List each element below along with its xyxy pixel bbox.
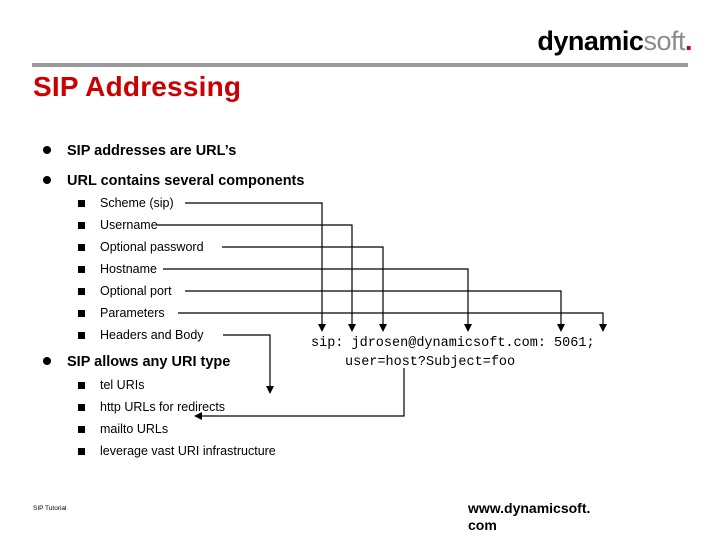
square-bullet-icon [78,448,85,455]
uri-type-label: http URLs for redirects [100,400,226,414]
page-title: SIP Addressing [33,71,242,102]
square-bullet-icon [78,310,85,317]
component-label: Hostname [100,262,157,276]
logo-text-dynamic: dynamic [537,26,644,56]
component-parameters: Parameters [78,306,165,320]
bullet-label: SIP addresses are URL’s [67,143,237,159]
sip-uri-example-line1: sip: jdrosen@dynamicsoft.com: 5061; [311,336,595,351]
square-bullet-icon [78,288,85,295]
component-optional-port: Optional port [78,284,172,298]
square-bullet-icon [78,222,85,229]
bullet-url-components: URL contains several components [43,173,305,189]
uri-type-http: http URLs for redirects [78,400,226,414]
logo-dot: . [684,26,693,56]
square-bullet-icon [78,266,85,273]
component-hostname: Hostname [78,262,157,276]
component-label: Optional password [100,240,204,254]
uri-type-label: tel URIs [100,378,145,392]
footer-website-line1: www.dynamicsoft. [468,500,591,516]
uri-type-label: leverage vast URI infrastructure [100,444,276,458]
square-bullet-icon [78,332,85,339]
bullet-sip-addresses: SIP addresses are URL’s [43,143,237,159]
uri-type-label: mailto URLs [100,422,169,436]
square-bullet-icon [78,382,85,389]
square-bullet-icon [78,244,85,251]
bullet-label: URL contains several components [67,173,305,189]
square-bullet-icon [78,426,85,433]
sip-uri-example-line2: user=host?Subject=foo [345,355,516,370]
dynamicsoft-logo: dynamicsoft. [537,26,692,57]
bullet-label: SIP allows any URI type [67,354,231,370]
footer-slide-label: SIP Tutorial [33,505,67,512]
bullet-dot-icon [43,176,51,184]
square-bullet-icon [78,404,85,411]
component-label: Optional port [100,284,172,298]
bullet-any-uri-type: SIP allows any URI type [43,354,231,370]
square-bullet-icon [78,200,85,207]
bullet-dot-icon [43,357,51,365]
uri-type-leverage: leverage vast URI infrastructure [78,444,276,458]
header-divider [32,63,688,67]
uri-type-mailto: mailto URLs [78,422,169,436]
component-label: Parameters [100,306,165,320]
slide: dynamicsoft. SIP Addressing SIP addresse… [0,0,720,540]
component-scheme: Scheme (sip) [78,196,174,210]
component-headers-and-body: Headers and Body [78,328,204,342]
component-label: Scheme (sip) [100,196,174,210]
bullet-dot-icon [43,146,51,154]
component-label: Username [100,218,158,232]
component-label: Headers and Body [100,328,204,342]
footer-website: www.dynamicsoft. com [468,500,590,534]
uri-type-tel: tel URIs [78,378,145,392]
logo-text-soft: soft [643,26,685,56]
component-optional-password: Optional password [78,240,204,254]
footer-website-line2: com [468,517,497,533]
component-username: Username [78,218,158,232]
